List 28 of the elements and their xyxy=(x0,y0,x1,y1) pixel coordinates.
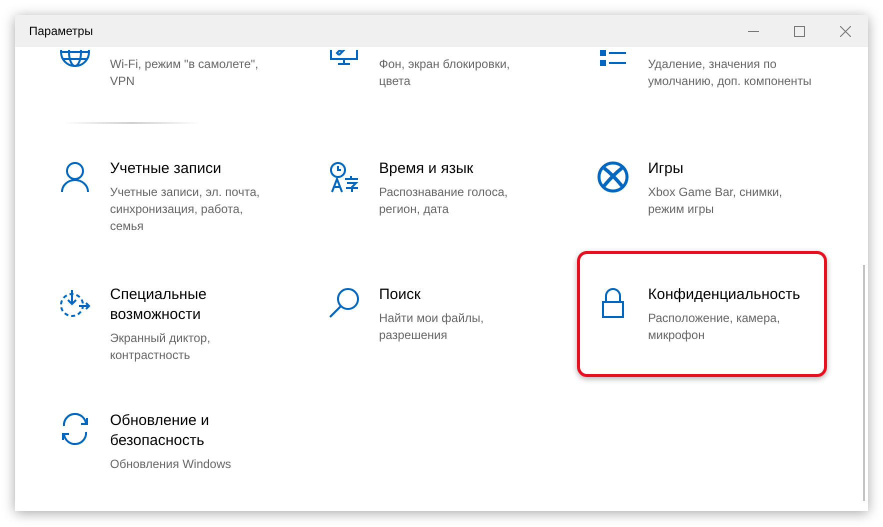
window-title: Параметры xyxy=(29,23,93,40)
category-title[interactable]: Учетные записи xyxy=(110,159,275,179)
search-icon xyxy=(328,287,360,319)
category-description: Распознавание голоса, регион, дата xyxy=(379,184,509,218)
category-title[interactable]: Специальные возможности xyxy=(110,285,275,325)
category-description: Обновления Windows xyxy=(110,456,232,473)
clock-letters-icon xyxy=(328,161,360,193)
category-description: Расположение, камера, микрофон xyxy=(648,310,782,344)
category-description: Xbox Game Bar, снимки, режим игры xyxy=(648,184,784,218)
category-title[interactable]: Игры xyxy=(648,159,813,179)
category-title[interactable]: Обновление и безопасность xyxy=(110,411,275,451)
scroll-bar[interactable] xyxy=(863,265,865,501)
person-icon xyxy=(59,161,91,193)
category-description: Найти мои файлы, разрешения xyxy=(379,310,485,344)
category-description: Экранный диктор, контрастность xyxy=(110,330,212,364)
sync-icon xyxy=(59,413,91,445)
category-title[interactable]: Время и язык xyxy=(379,159,544,179)
category-description: Удаление, значения по умолчанию, доп. компоненты xyxy=(648,56,813,90)
category-description: Wi-Fi, режим "в самолете", VPN xyxy=(110,56,260,90)
category-description: Учетные записи, эл. почта, синхронизация, работа, семья xyxy=(110,184,261,235)
accessibility-icon xyxy=(59,287,91,319)
minimize-icon xyxy=(748,30,758,32)
category-title[interactable]: Конфиденциальность xyxy=(648,285,813,305)
category-description: Фон, экран блокировки, цвета xyxy=(379,56,511,90)
xbox-icon xyxy=(597,161,629,193)
category-title[interactable]: Поиск xyxy=(379,285,544,305)
close-icon xyxy=(840,26,850,36)
maximize-icon xyxy=(794,26,804,36)
